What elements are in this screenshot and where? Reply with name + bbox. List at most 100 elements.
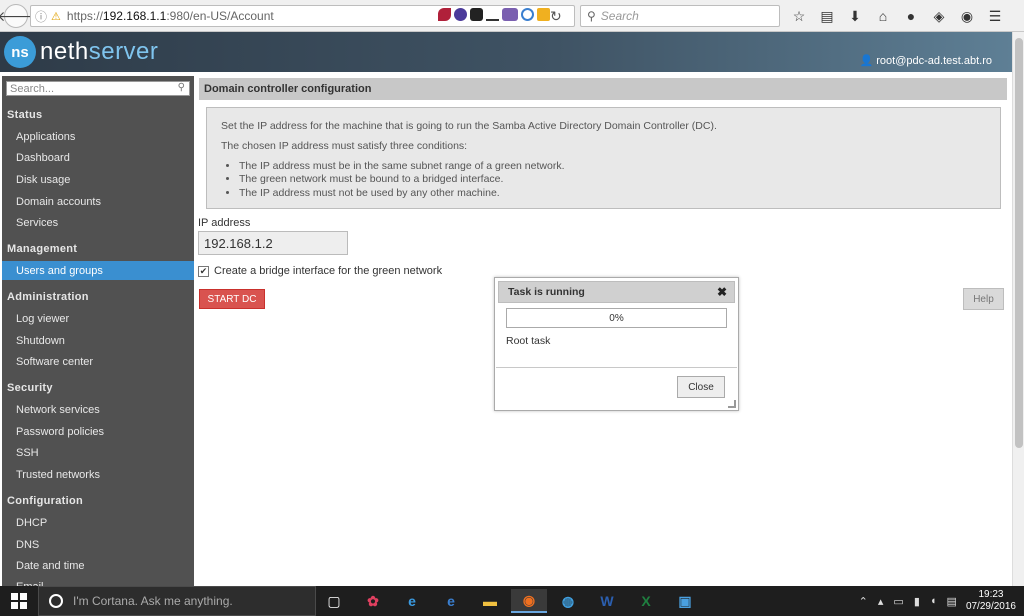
user-menu[interactable]: 👤 root@pdc-ad.test.abt.ro [860,54,993,67]
ip-address-label: IP address [198,217,251,229]
info-icon: ⓘ [35,9,48,24]
sidebar-item-dhcp[interactable]: DHCP [2,513,194,532]
ip-address-input[interactable]: 192.168.1.2 [198,231,348,255]
start-dc-button[interactable]: START DC [199,289,265,309]
bridge-checkbox[interactable]: ✔ [198,265,209,277]
extension-icon-6[interactable] [521,8,534,21]
download-icon[interactable]: ⬇ [844,6,866,26]
user-icon: 👤 [859,55,874,67]
info-text-2: The chosen IP address must satisfy three… [221,140,468,153]
section-security: Security [7,382,53,394]
extension-icon-1[interactable] [438,8,451,21]
logo-text: nethserver [40,38,158,66]
info-text-1: Set the IP address for the machine that … [221,120,717,132]
bookmark-star-icon[interactable]: ☆ [788,6,810,26]
close-icon[interactable]: ✖ [717,285,727,299]
home-icon[interactable]: ⌂ [872,6,894,26]
tray-icon-1[interactable]: ▴ [878,595,884,608]
firefox-icon[interactable]: ◉ [511,589,547,613]
task-view-icon[interactable]: ▢ [316,589,352,613]
extension-icons [438,8,550,21]
extension-icon-3[interactable] [470,8,483,21]
sidebar-item-applications[interactable]: Applications [2,127,194,146]
reading-list-icon[interactable]: ▤ [816,6,838,26]
task-dialog: Task is running ✖ 0% Root task Close [494,277,739,411]
edge-icon[interactable]: e [394,589,430,613]
cortana-search[interactable]: I'm Cortana. Ask me anything. [38,586,316,616]
sidebar-item-dashboard[interactable]: Dashboard [2,148,194,167]
word-icon[interactable]: W [589,589,625,613]
dialog-title-text: Task is running [508,286,585,298]
extension-icon-7[interactable] [537,8,550,21]
page-scrollbar[interactable] [1012,32,1024,586]
sidebar-item-users-and-groups[interactable]: Users and groups [2,261,194,280]
ip-address-value: 192.168.1.2 [204,235,273,251]
php-extension-icon[interactable] [502,8,518,21]
progress-text: 0% [609,312,624,324]
section-status: Status [7,109,43,121]
search-icon: ⚲ [177,82,185,93]
condition-item: The IP address must not be used by any o… [239,187,986,200]
info-box: Set the IP address for the machine that … [206,107,1001,209]
bridge-checkbox-label: Create a bridge interface for the green … [214,265,443,277]
file-explorer-icon[interactable]: ▬ [472,589,508,613]
excel-icon[interactable]: X [628,589,664,613]
windows-start-button[interactable] [0,586,38,616]
back-button[interactable]: 🡐 [0,4,35,28]
sidebar-item-date-and-time[interactable]: Date and time [2,556,194,575]
sidebar-item-ssh[interactable]: SSH [2,443,194,462]
sidebar-item-password-policies[interactable]: Password policies [2,422,194,441]
conditions-list: The IP address must be in the same subne… [239,160,986,199]
sidebar-item-services[interactable]: Services [2,213,194,232]
sidebar-item-dns[interactable]: DNS [2,535,194,554]
dialog-divider [496,367,737,368]
app-icon-7[interactable]: ◍ [550,589,586,613]
sidebar-item-software-center[interactable]: Software center [2,352,194,371]
url-prefix: https:// [66,9,103,23]
chat-icon[interactable]: ● [900,6,922,26]
section-administration: Administration [7,291,89,303]
browser-search-input[interactable]: ⚲ Search [580,5,780,27]
pocket-icon[interactable]: ◈ [928,6,950,26]
taskbar-clock[interactable]: 19:23 07/29/2016 [966,589,1016,613]
condition-item: The green network must be bound to a bri… [239,173,986,186]
close-button[interactable]: Close [677,376,725,398]
lock-warning-icon: ⚠ [51,10,61,23]
adblock-icon[interactable]: ◉ [956,6,978,26]
clock-date: 07/29/2016 [965,601,1016,612]
battery-icon[interactable]: ▮ [914,595,920,608]
app-icon-10[interactable]: ▣ [667,589,703,613]
resize-handle[interactable] [728,400,736,408]
nethserver-logo[interactable]: ns nethserver [4,36,158,68]
sidebar-item-trusted-networks[interactable]: Trusted networks [2,465,194,484]
sidebar-item-email[interactable]: Email [2,577,194,587]
menu-icon[interactable]: ☰ [984,6,1006,26]
browser-search-placeholder: Search [600,9,639,23]
network-icon[interactable]: ▭ [893,595,903,608]
app-icon-1[interactable]: ✿ [355,589,391,613]
reload-icon[interactable]: ↻ [550,8,562,25]
cortana-icon [49,594,63,608]
sidebar-item-disk-usage[interactable]: Disk usage [2,170,194,189]
sidebar-menu: Search... ⚲ Status Applications Dashboar… [2,76,194,586]
app-header: ns nethserver 👤 root@pdc-ad.test.abt.ro [0,32,1012,72]
search-icon: ⚲ [587,9,596,23]
sidebar-item-domain-accounts[interactable]: Domain accounts [2,192,194,211]
sidebar-item-log-viewer[interactable]: Log viewer [2,309,194,328]
extension-icon-4[interactable] [486,8,499,21]
volume-icon[interactable]: ◖ [930,595,937,607]
ie-icon[interactable]: e [433,589,469,613]
sidebar-item-network-services[interactable]: Network services [2,400,194,419]
sidebar-search-input[interactable]: Search... ⚲ [6,81,190,96]
scrollbar-thumb[interactable] [1015,38,1023,448]
notification-icon[interactable]: ▤ [947,595,957,608]
windows-taskbar: I'm Cortana. Ask me anything. ▢ ✿ e e ▬ … [0,586,1024,616]
task-name: Root task [506,335,551,347]
help-button[interactable]: Help [963,288,1004,310]
chevron-up-icon[interactable]: ⌃ [859,595,868,608]
bridge-checkbox-row[interactable]: ✔ Create a bridge interface for the gree… [198,265,442,277]
progress-bar: 0% [506,308,727,328]
cortana-text: I'm Cortana. Ask me anything. [73,594,233,608]
extension-icon-2[interactable] [454,8,467,21]
sidebar-item-shutdown[interactable]: Shutdown [2,331,194,350]
